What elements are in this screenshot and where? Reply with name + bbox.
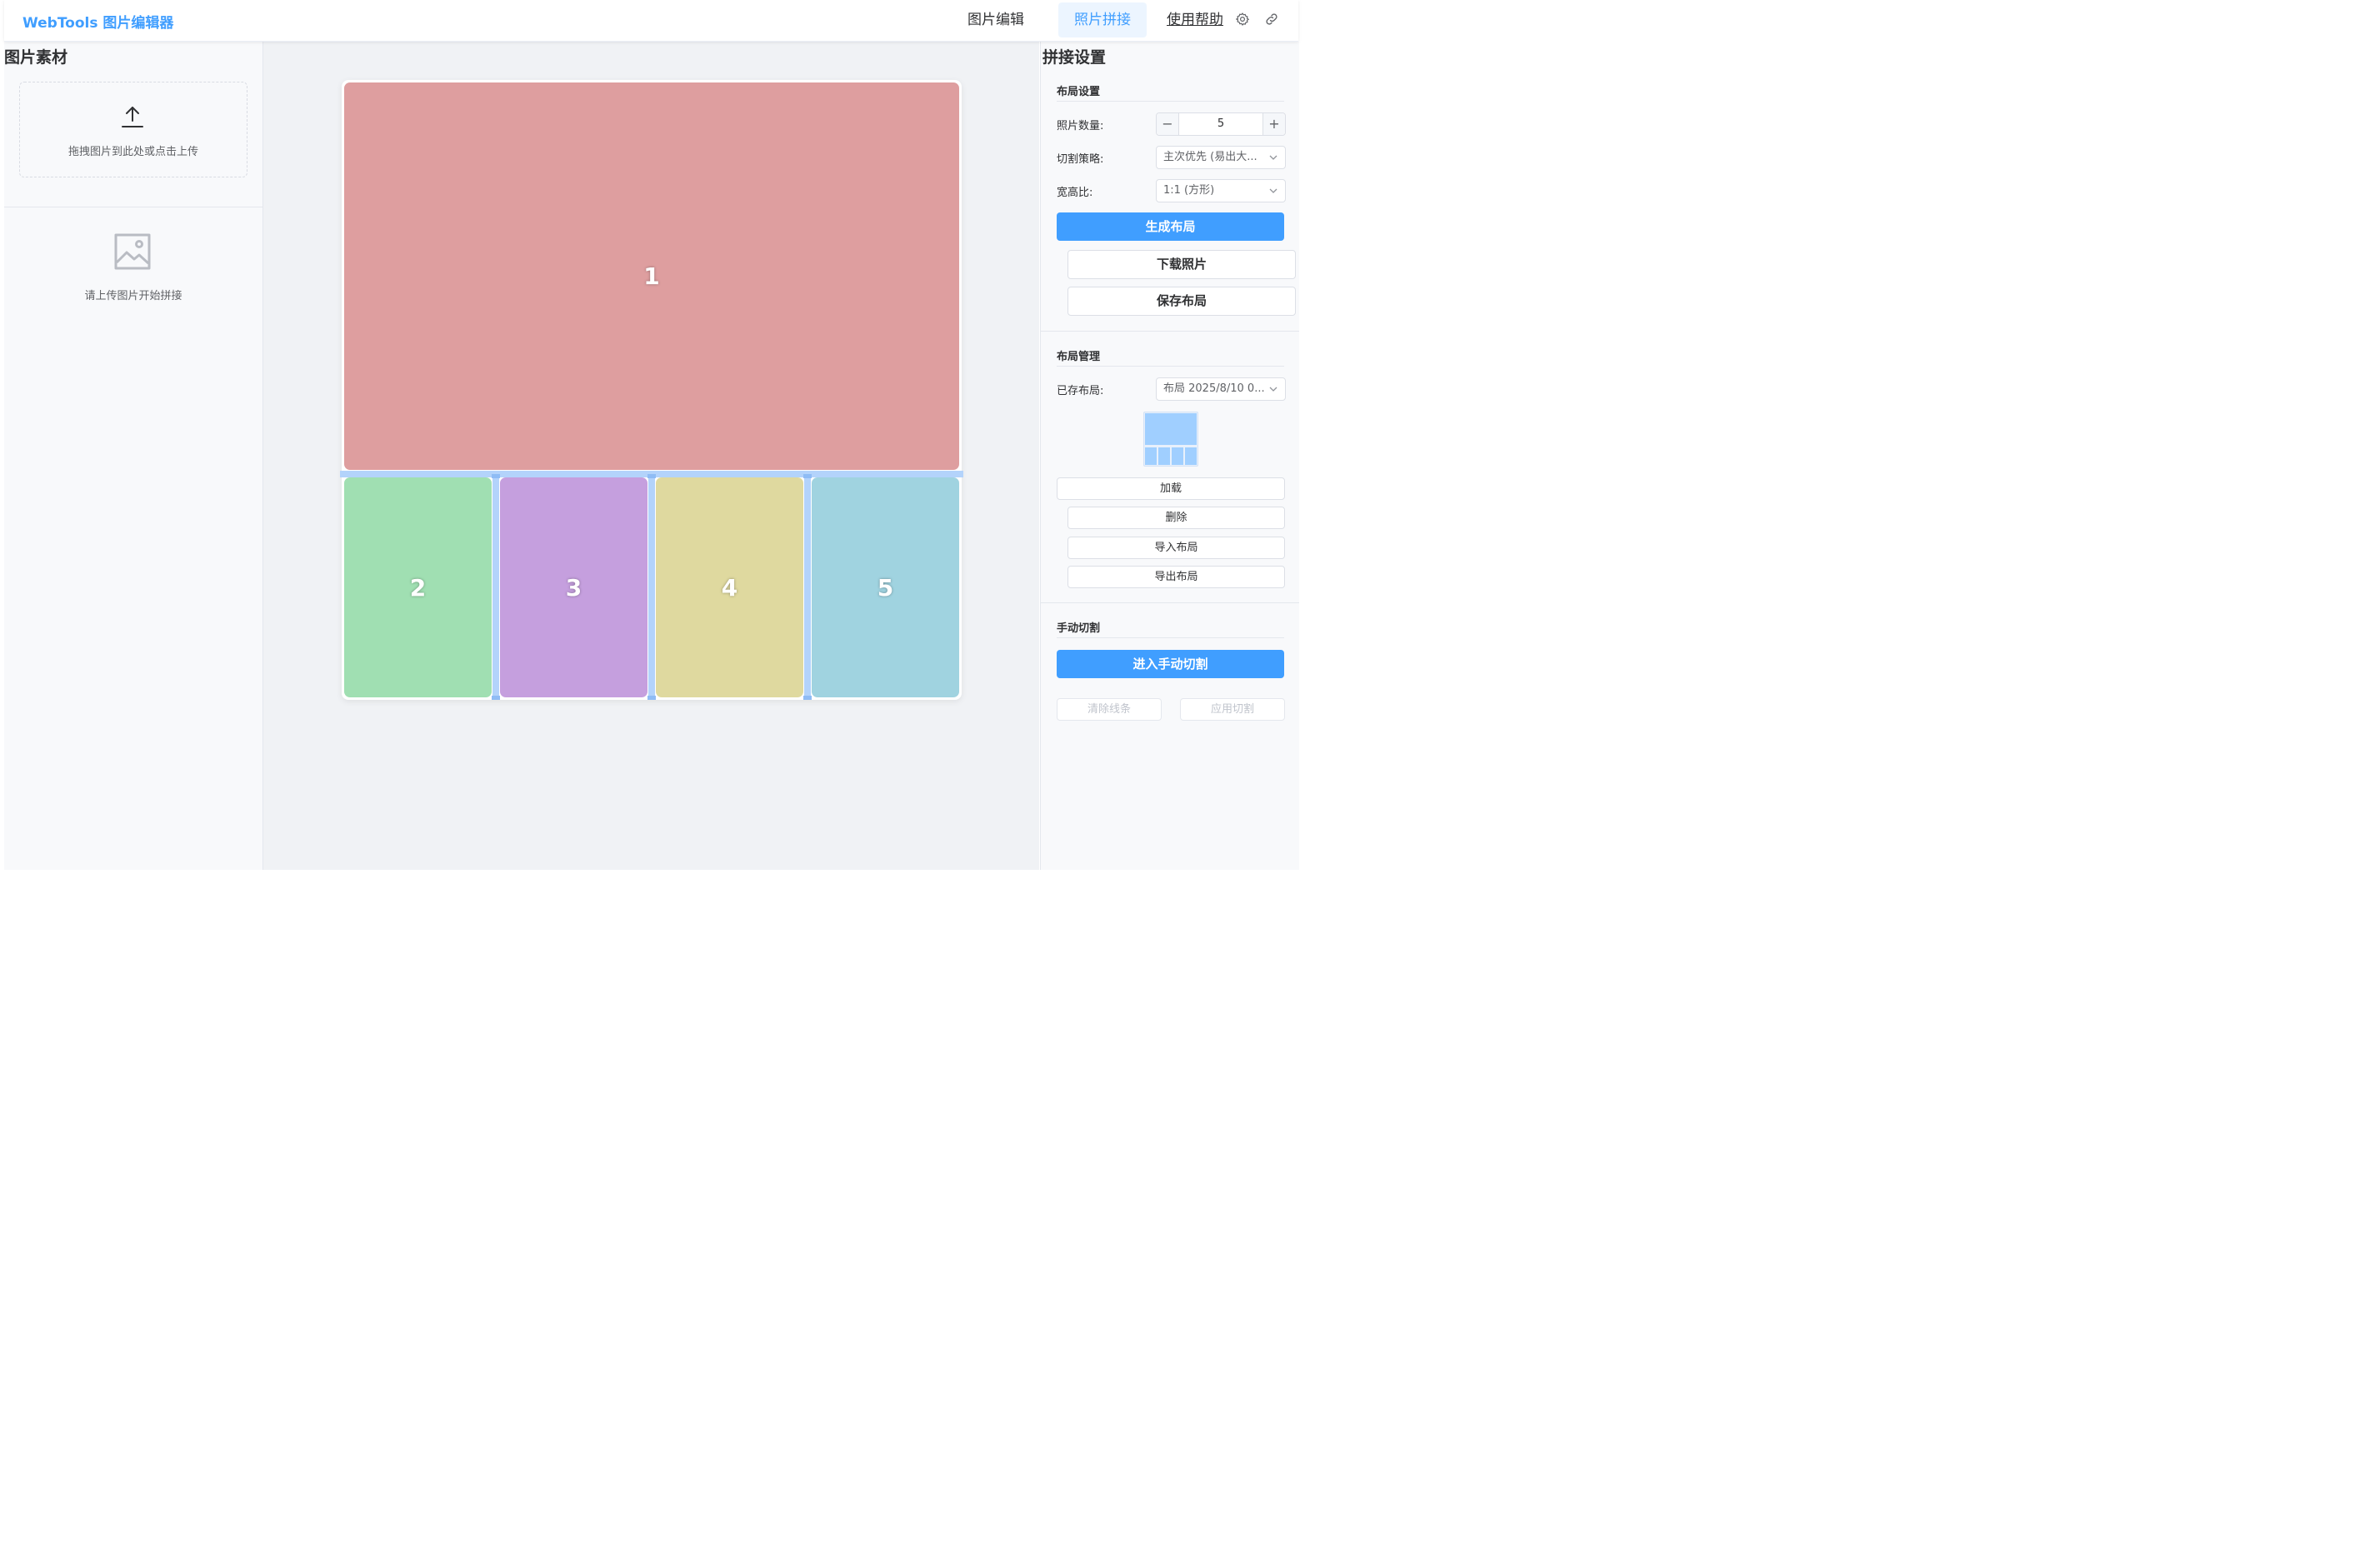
- save-layout-button[interactable]: 保存布局: [1068, 287, 1296, 316]
- generate-layout-button[interactable]: 生成布局: [1057, 212, 1284, 241]
- collage-cell-5[interactable]: 5: [812, 477, 959, 697]
- import-layout-button[interactable]: 导入布局: [1068, 537, 1285, 559]
- settings-panel-title: 拼接设置: [1042, 48, 1107, 67]
- cut-strategy-label: 切割策略:: [1057, 153, 1104, 166]
- cut-strategy-value: 主次优先 (易出大...: [1163, 151, 1258, 163]
- section-divider: [1041, 331, 1299, 332]
- collage-cell-3[interactable]: 3: [500, 477, 648, 697]
- delete-layout-button[interactable]: 删除: [1068, 507, 1285, 529]
- section-rule: [1057, 366, 1284, 367]
- split-handle[interactable]: [492, 474, 500, 478]
- aspect-ratio-value: 1:1 (方形): [1163, 184, 1215, 197]
- photo-count-input[interactable]: 5: [1179, 113, 1262, 135]
- split-handle[interactable]: [648, 474, 656, 478]
- section-title-layout-management: 布局管理: [1057, 351, 1101, 363]
- vertical-split-line[interactable]: [804, 477, 811, 700]
- collage-cell-2[interactable]: 2: [344, 477, 492, 697]
- thumbnail-cell: [1158, 447, 1170, 465]
- download-photo-button[interactable]: 下载照片: [1068, 250, 1296, 279]
- saved-layout-label: 已存布局:: [1057, 385, 1104, 397]
- chevron-down-icon: [1269, 387, 1278, 392]
- section-divider: [1041, 602, 1299, 603]
- section-rule: [1057, 101, 1284, 102]
- material-panel: 图片素材 拖拽图片到此处或点击上传 请上传图片开始拼接: [4, 42, 263, 870]
- vertical-split-line[interactable]: [492, 477, 499, 700]
- thumbnail-cell: [1145, 413, 1197, 445]
- cell-number: 1: [643, 262, 660, 290]
- decrement-button[interactable]: −: [1157, 113, 1179, 135]
- app-brand[interactable]: WebTools 图片编辑器: [22, 11, 173, 32]
- export-layout-button[interactable]: 导出布局: [1068, 566, 1285, 588]
- clear-lines-button[interactable]: 清除线条: [1057, 698, 1162, 721]
- photo-count-stepper: − 5 +: [1156, 112, 1286, 136]
- cut-strategy-select[interactable]: 主次优先 (易出大...: [1156, 146, 1286, 169]
- chevron-down-icon: [1269, 155, 1278, 160]
- cell-number: 3: [565, 573, 582, 602]
- collage-canvas[interactable]: 1 2 3 4 5: [340, 80, 963, 700]
- upload-dropzone[interactable]: 拖拽图片到此处或点击上传: [19, 82, 248, 177]
- image-placeholder-icon: [113, 232, 152, 271]
- section-rule: [1057, 637, 1284, 638]
- section-title-manual-cut: 手动切割: [1057, 622, 1101, 635]
- settings-panel: 拼接设置 布局设置 照片数量: − 5 + 切割策略: 主次优先 (易出大...…: [1040, 42, 1299, 870]
- gear-icon[interactable]: [1235, 12, 1250, 27]
- nav-help[interactable]: 使用帮助: [1161, 2, 1229, 37]
- layout-thumbnail: [1143, 412, 1198, 467]
- load-layout-button[interactable]: 加载: [1057, 477, 1285, 500]
- split-handle[interactable]: [803, 474, 812, 478]
- cell-number: 4: [721, 573, 738, 602]
- section-title-layout-settings: 布局设置: [1057, 86, 1101, 98]
- increment-button[interactable]: +: [1262, 113, 1285, 135]
- aspect-ratio-label: 宽高比:: [1057, 187, 1093, 199]
- saved-layout-select[interactable]: 布局 2025/8/10 0...: [1156, 377, 1286, 401]
- chevron-down-icon: [1269, 188, 1278, 193]
- material-panel-title: 图片素材: [4, 48, 68, 67]
- cell-number: 5: [877, 573, 894, 602]
- nav-photo-collage[interactable]: 照片拼接: [1058, 2, 1147, 37]
- photo-count-label: 照片数量:: [1057, 120, 1104, 132]
- saved-layout-value: 布局 2025/8/10 0...: [1163, 382, 1265, 395]
- collage-cell-4[interactable]: 4: [656, 477, 803, 697]
- enter-manual-cut-button[interactable]: 进入手动切割: [1057, 650, 1284, 678]
- top-bar: WebTools 图片编辑器 图片编辑 照片拼接 使用帮助: [4, 0, 1298, 42]
- split-handle[interactable]: [492, 696, 500, 700]
- thumbnail-cell: [1145, 447, 1157, 465]
- link-icon[interactable]: [1264, 12, 1279, 27]
- collage-cell-1[interactable]: 1: [344, 82, 959, 470]
- empty-hint: 请上传图片开始拼接: [84, 290, 182, 302]
- thumbnail-cell: [1172, 447, 1183, 465]
- split-handle[interactable]: [648, 696, 656, 700]
- cell-number: 2: [409, 573, 427, 602]
- apply-cut-button[interactable]: 应用切割: [1180, 698, 1285, 721]
- thumbnail-cell: [1185, 447, 1197, 465]
- upload-hint: 拖拽图片到此处或点击上传: [68, 146, 198, 158]
- nav-image-edit[interactable]: 图片编辑: [952, 2, 1039, 37]
- vertical-split-line[interactable]: [648, 477, 655, 700]
- canvas-area: 1 2 3 4 5: [263, 42, 1039, 870]
- aspect-ratio-select[interactable]: 1:1 (方形): [1156, 179, 1286, 202]
- split-handle[interactable]: [803, 696, 812, 700]
- upload-icon: [120, 104, 145, 129]
